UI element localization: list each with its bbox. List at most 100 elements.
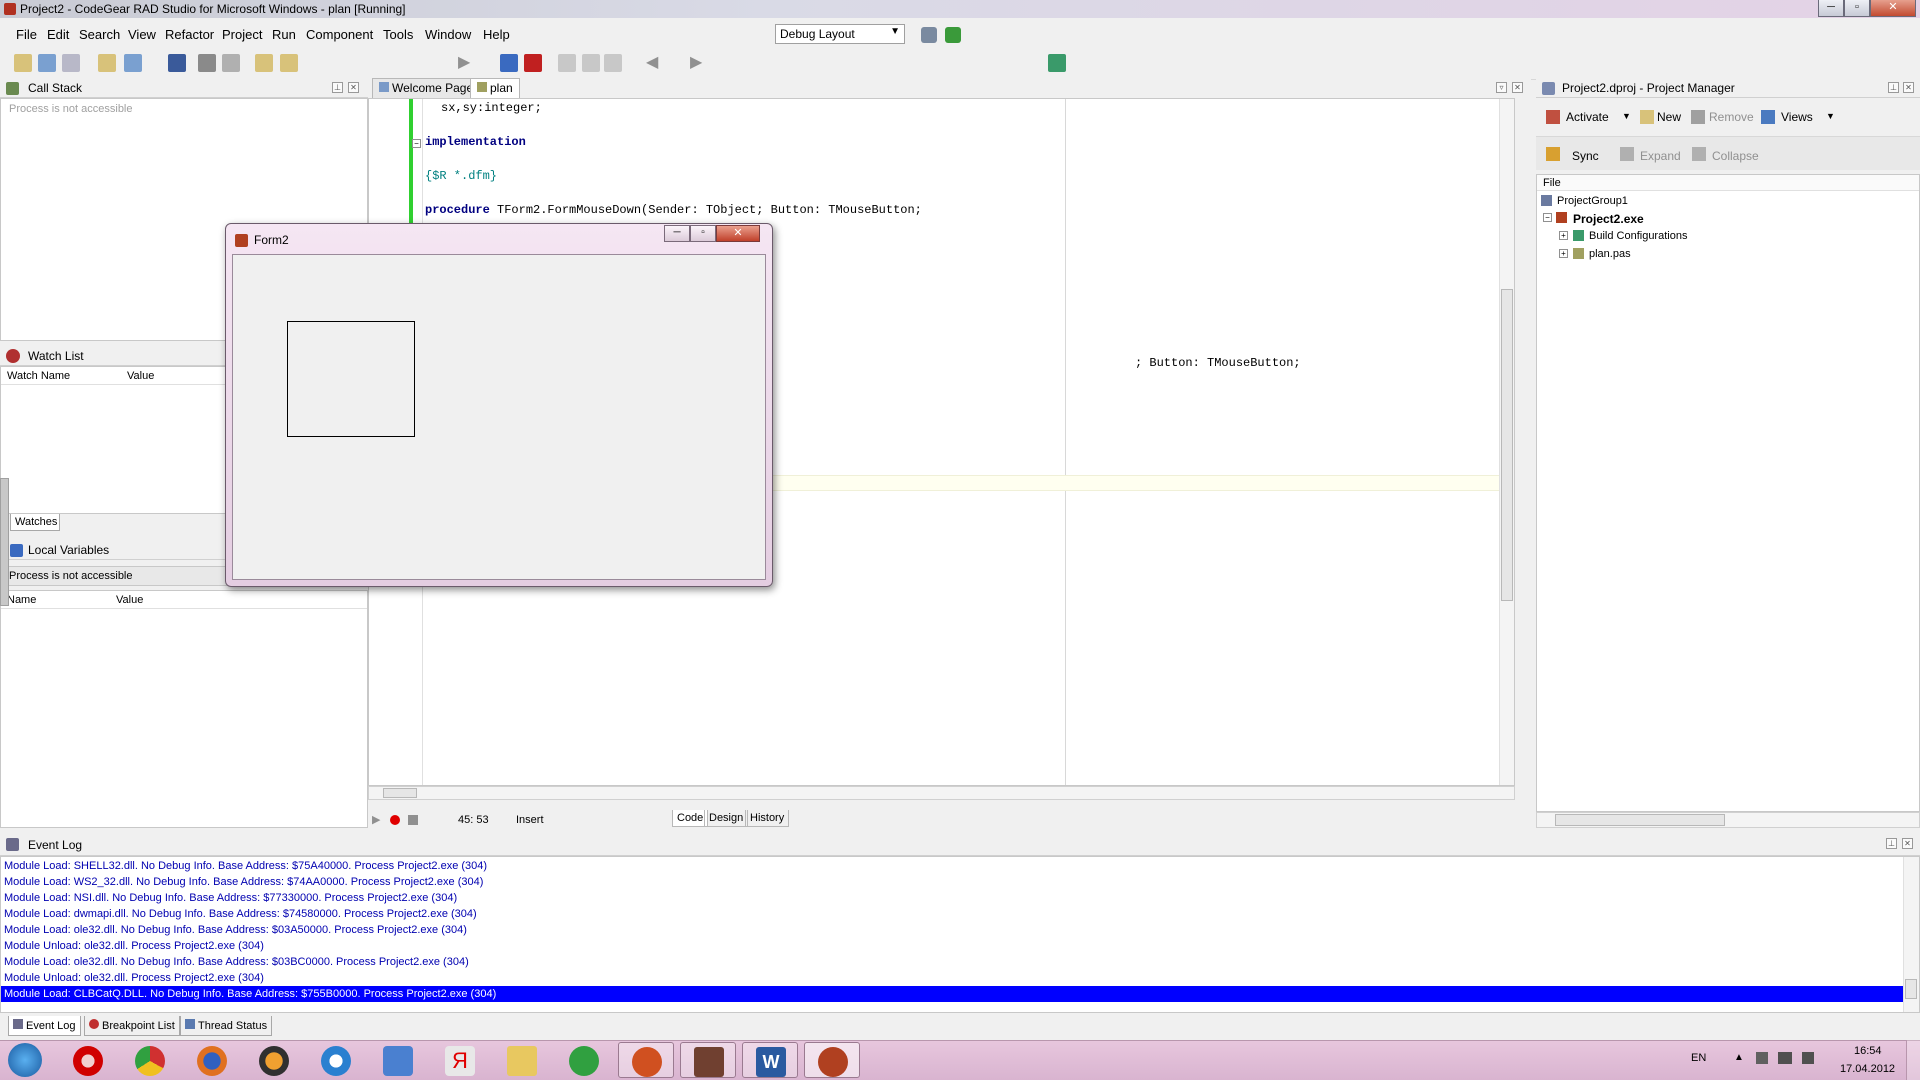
tab-plan[interactable]: plan xyxy=(470,78,520,99)
tree-item-project2-exe[interactable]: Project2.exe xyxy=(1573,212,1644,226)
expand-collapse-icon[interactable]: + xyxy=(1559,249,1568,258)
network-icon[interactable] xyxy=(1778,1052,1792,1064)
scroll-thumb[interactable] xyxy=(1905,979,1917,999)
form2-minimize-button[interactable]: ─ xyxy=(664,225,690,242)
menu-run[interactable]: Run xyxy=(272,27,296,42)
open-icon[interactable] xyxy=(38,54,56,72)
horizontal-scrollbar[interactable] xyxy=(368,786,1515,800)
stop-icon[interactable] xyxy=(408,815,418,825)
tab-welcome-page[interactable]: Welcome Page xyxy=(372,78,481,98)
taskbar-ie[interactable] xyxy=(308,1042,364,1078)
h-scroll-thumb[interactable] xyxy=(383,788,417,798)
menu-component[interactable]: Component xyxy=(306,27,373,42)
taskbar-opera[interactable] xyxy=(60,1042,116,1078)
pin-icon[interactable]: ⊥ xyxy=(1888,82,1899,93)
tab-design[interactable]: Design xyxy=(704,810,749,827)
minimize-button[interactable]: ─ xyxy=(1818,0,1844,17)
clock-time[interactable]: 16:54 xyxy=(1854,1045,1882,1057)
run-icon[interactable]: ▶ xyxy=(458,54,476,72)
tab-code[interactable]: Code xyxy=(672,810,709,827)
volume-icon[interactable] xyxy=(1802,1052,1814,1064)
remove-button[interactable]: Remove xyxy=(1709,110,1754,124)
form2-maximize-button[interactable]: ▫ xyxy=(690,225,716,242)
menu-search[interactable]: Search xyxy=(79,27,120,42)
expand-collapse-icon[interactable]: − xyxy=(1543,213,1552,222)
left-splitter-handle[interactable] xyxy=(0,478,9,606)
back-icon[interactable]: ◀ xyxy=(646,54,664,72)
sync-button[interactable]: Sync xyxy=(1572,149,1599,163)
close-icon[interactable]: ✕ xyxy=(348,82,359,93)
tab-watches[interactable]: Watches xyxy=(10,514,60,531)
tree-item-projectgroup[interactable]: ProjectGroup1 xyxy=(1557,195,1628,207)
record-icon[interactable] xyxy=(390,815,400,825)
add-file-icon[interactable] xyxy=(98,54,116,72)
open-project-icon[interactable] xyxy=(62,54,80,72)
import-icon[interactable] xyxy=(255,54,273,72)
tree-item-build-configurations[interactable]: Build Configurations xyxy=(1589,230,1687,242)
pin-icon[interactable]: ⊥ xyxy=(1886,838,1897,849)
step-over-icon[interactable] xyxy=(582,54,600,72)
tab-event-log[interactable]: Event Log xyxy=(8,1016,81,1036)
dropdown-icon[interactable]: ▿ xyxy=(1496,82,1507,93)
taskbar-explorer[interactable] xyxy=(494,1042,550,1078)
views-button[interactable]: Views xyxy=(1781,110,1813,124)
expand-button[interactable]: Expand xyxy=(1640,149,1681,163)
new-icon[interactable] xyxy=(14,54,32,72)
menu-tools[interactable]: Tools xyxy=(383,27,413,42)
form2-client-area[interactable] xyxy=(232,254,766,580)
start-button[interactable] xyxy=(0,1042,56,1078)
menu-help[interactable]: Help xyxy=(483,27,510,42)
menu-file[interactable]: File xyxy=(16,27,37,42)
new-button[interactable]: New xyxy=(1657,110,1681,124)
taskbar-rad-studio[interactable] xyxy=(804,1042,860,1078)
tree-item-plan-pas[interactable]: plan.pas xyxy=(1589,248,1631,260)
column-file[interactable]: File xyxy=(1537,175,1919,191)
pause-icon[interactable] xyxy=(500,54,518,72)
close-icon[interactable]: ✕ xyxy=(1512,82,1523,93)
form2-close-button[interactable]: ✕ xyxy=(716,225,760,242)
tab-breakpoint-list[interactable]: Breakpoint List xyxy=(84,1016,180,1036)
taskbar-chrome[interactable] xyxy=(122,1042,178,1078)
help-book-icon[interactable] xyxy=(1048,54,1066,72)
menu-window[interactable]: Window xyxy=(425,27,471,42)
maximize-button[interactable]: ▫ xyxy=(1844,0,1870,17)
layout-select[interactable]: Debug Layout ▼ xyxy=(775,24,905,44)
taskbar-utorrent[interactable] xyxy=(556,1042,612,1078)
save-all-icon[interactable] xyxy=(198,54,216,72)
form2-window[interactable]: Form2 ─ ▫ ✕ xyxy=(225,223,773,587)
taskbar-mail[interactable] xyxy=(370,1042,426,1078)
menu-view[interactable]: View xyxy=(128,27,156,42)
pm-h-scroll-thumb[interactable] xyxy=(1555,814,1725,826)
export-icon[interactable] xyxy=(280,54,298,72)
language-indicator[interactable]: EN xyxy=(1691,1052,1706,1064)
expand-collapse-icon[interactable]: + xyxy=(1559,231,1568,240)
taskbar-word[interactable]: W xyxy=(742,1042,798,1078)
flag-icon[interactable] xyxy=(1756,1052,1768,1064)
vertical-scrollbar[interactable] xyxy=(1499,99,1514,785)
taskbar-aimp[interactable] xyxy=(246,1042,302,1078)
column-value[interactable]: Value xyxy=(127,370,154,382)
column-name[interactable]: Name xyxy=(7,594,36,606)
column-watch-name[interactable]: Watch Name xyxy=(7,370,70,382)
open-project-icon-2[interactable] xyxy=(222,54,240,72)
trace-into-icon[interactable] xyxy=(558,54,576,72)
forward-icon[interactable]: ▶ xyxy=(690,54,708,72)
tab-history[interactable]: History xyxy=(745,810,790,827)
save-icon[interactable] xyxy=(168,54,186,72)
run-icon[interactable]: ▶ xyxy=(372,813,380,826)
tray-expand-icon[interactable]: ▲ xyxy=(1734,1052,1744,1063)
taskbar-firefox[interactable] xyxy=(184,1042,240,1078)
pm-horizontal-scrollbar[interactable] xyxy=(1536,812,1920,828)
activate-button[interactable]: Activate xyxy=(1566,110,1609,124)
show-desktop-button[interactable] xyxy=(1906,1040,1920,1080)
collapse-button[interactable]: Collapse xyxy=(1712,149,1759,163)
close-icon[interactable]: ✕ xyxy=(1902,838,1913,849)
clock-date[interactable]: 17.04.2012 xyxy=(1840,1063,1895,1075)
fold-icon[interactable]: − xyxy=(412,139,421,148)
taskbar-app-game[interactable] xyxy=(680,1042,736,1078)
menu-project[interactable]: Project xyxy=(222,27,262,42)
save-desktop-icon[interactable] xyxy=(921,27,937,43)
column-value[interactable]: Value xyxy=(116,594,143,606)
close-button[interactable]: ✕ xyxy=(1870,0,1916,17)
pin-icon[interactable]: ⊥ xyxy=(332,82,343,93)
